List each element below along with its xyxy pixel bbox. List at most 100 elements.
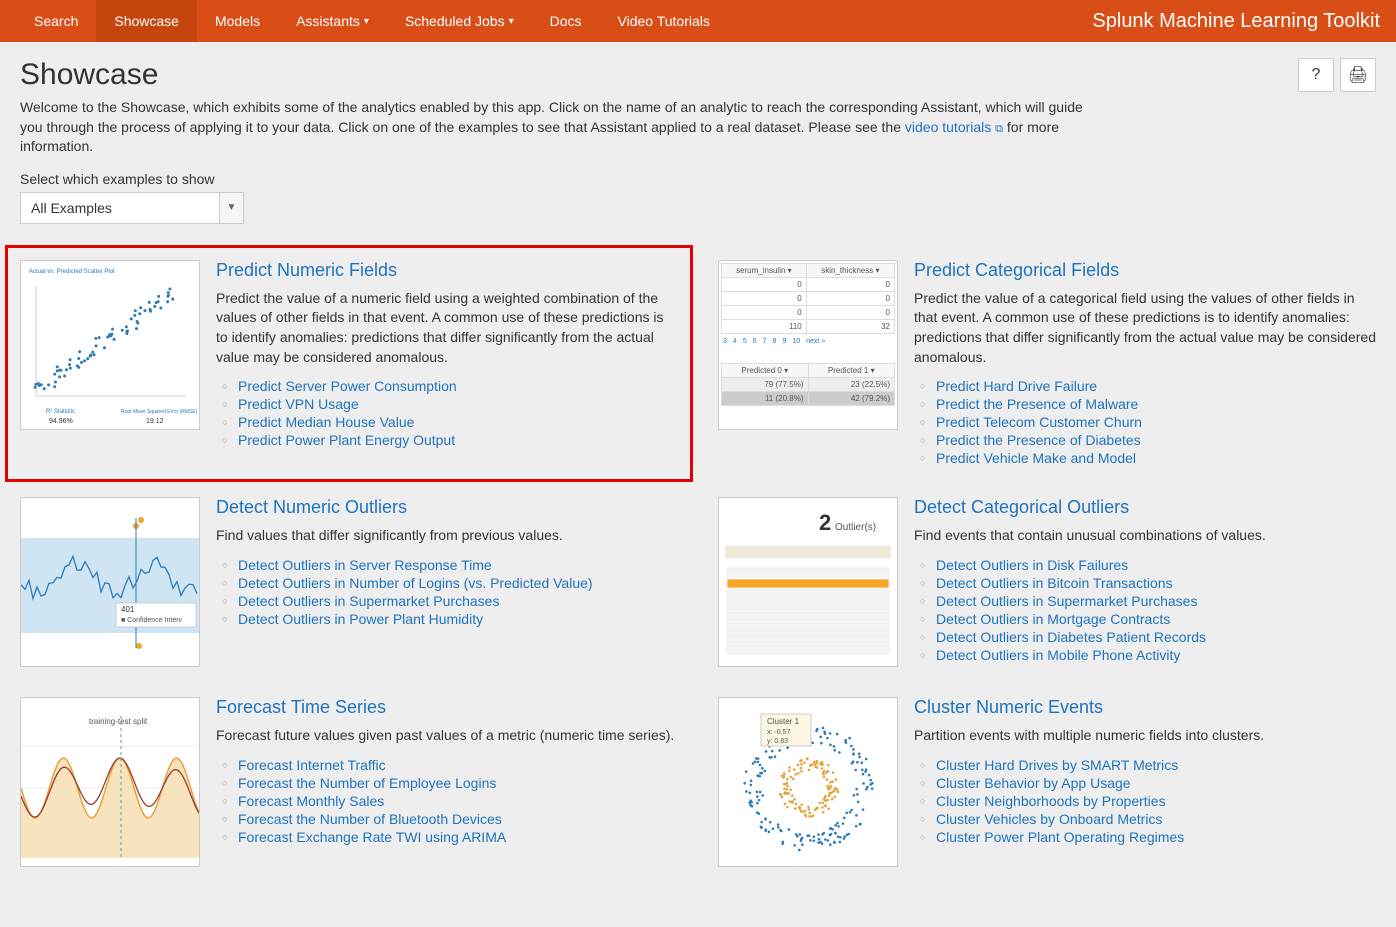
example-link[interactable]: Cluster Power Plant Operating Regimes: [936, 829, 1184, 845]
list-item: Predict VPN Usage: [238, 395, 678, 413]
example-link[interactable]: Cluster Behavior by App Usage: [936, 775, 1131, 791]
example-link[interactable]: Detect Outliers in Bitcoin Transactions: [936, 575, 1173, 591]
card-predict-categorical-fields: serum_insulin ▾skin_thickness ▾000000110…: [718, 260, 1376, 467]
example-link[interactable]: Cluster Neighborhoods by Properties: [936, 793, 1166, 809]
chevron-down-icon: ▾: [509, 16, 514, 27]
svg-text:training-test split: training-test split: [89, 717, 148, 726]
example-link[interactable]: Detect Outliers in Server Response Time: [238, 557, 492, 573]
list-item: Cluster Vehicles by Onboard Metrics: [936, 810, 1376, 828]
example-link[interactable]: Detect Outliers in Power Plant Humidity: [238, 611, 483, 627]
card-links: Detect Outliers in Disk Failures Detect O…: [914, 556, 1376, 664]
example-link[interactable]: Predict Vehicle Make and Model: [936, 450, 1136, 466]
example-link[interactable]: Forecast the Number of Bluetooth Devices: [238, 811, 502, 827]
card-title-detect-numeric-outliers[interactable]: Detect Numeric Outliers: [216, 497, 678, 518]
example-link[interactable]: Detect Outliers in Mobile Phone Activity: [936, 647, 1180, 663]
thumbnail-forecast-time-series: training-test split: [20, 697, 200, 867]
examples-filter-dropdown[interactable]: All Examples ▼: [20, 192, 244, 224]
svg-text:401: 401: [121, 605, 135, 614]
top-nav: SearchShowcaseModelsAssistants▾Scheduled…: [0, 0, 1396, 42]
card-links: Cluster Hard Drives by SMART Metrics Clus…: [914, 756, 1376, 846]
list-item: Detect Outliers in Disk Failures: [936, 556, 1376, 574]
example-link[interactable]: Detect Outliers in Disk Failures: [936, 557, 1128, 573]
card-detect-categorical-outliers: 2 Outlier(s) Detect Categorical Outliers F…: [718, 497, 1376, 667]
print-button[interactable]: 🖨: [1340, 58, 1376, 92]
example-link[interactable]: Predict the Presence of Malware: [936, 396, 1138, 412]
list-item: Forecast Monthly Sales: [238, 792, 678, 810]
example-link[interactable]: Predict the Presence of Diabetes: [936, 432, 1141, 448]
list-item: Predict Telecom Customer Churn: [936, 413, 1376, 431]
example-link[interactable]: Detect Outliers in Diabetes Patient Reco…: [936, 629, 1206, 645]
svg-text:Root Mean Squared Error (RMSE): Root Mean Squared Error (RMSE): [121, 409, 198, 415]
nav-item-docs[interactable]: Docs: [532, 0, 600, 42]
example-link[interactable]: Predict VPN Usage: [238, 396, 359, 412]
list-item: Forecast the Number of Employee Logins: [238, 774, 678, 792]
list-item: Predict Vehicle Make and Model: [936, 449, 1376, 467]
card-forecast-time-series: training-test split Forecast Time Series…: [20, 697, 678, 867]
svg-text:Cluster 1: Cluster 1: [767, 717, 800, 726]
example-link[interactable]: Predict Hard Drive Failure: [936, 378, 1097, 394]
card-desc: Forecast future values given past values…: [216, 726, 678, 746]
example-link[interactable]: Predict Telecom Customer Churn: [936, 414, 1142, 430]
example-link[interactable]: Detect Outliers in Mortgage Contracts: [936, 611, 1170, 627]
list-item: Cluster Hard Drives by SMART Metrics: [936, 756, 1376, 774]
card-title-predict-categorical-fields[interactable]: Predict Categorical Fields: [914, 260, 1376, 281]
page-title: Showcase: [20, 58, 1100, 92]
list-item: Detect Outliers in Mortgage Contracts: [936, 610, 1376, 628]
example-link[interactable]: Cluster Hard Drives by SMART Metrics: [936, 757, 1178, 773]
example-link[interactable]: Forecast Internet Traffic: [238, 757, 386, 773]
card-desc: Find events that contain unusual combina…: [914, 526, 1376, 546]
svg-text:y: 0.83: y: 0.83: [767, 738, 788, 745]
list-item: Predict Server Power Consumption: [238, 377, 678, 395]
card-links: Forecast Internet Traffic Forecast the Nu…: [216, 756, 678, 846]
card-links: Predict Server Power Consumption Predict …: [216, 377, 678, 449]
example-link[interactable]: Forecast Exchange Rate TWI using ARIMA: [238, 829, 506, 845]
card-title-cluster-numeric-events[interactable]: Cluster Numeric Events: [914, 697, 1376, 718]
example-link[interactable]: Cluster Vehicles by Onboard Metrics: [936, 811, 1162, 827]
example-link[interactable]: Predict Median House Value: [238, 414, 414, 430]
nav-item-assistants[interactable]: Assistants▾: [278, 0, 387, 42]
card-desc: Find values that differ significantly fr…: [216, 526, 678, 546]
example-link[interactable]: Predict Power Plant Energy Output: [238, 432, 455, 448]
list-item: Predict Median House Value: [238, 413, 678, 431]
thumbnail-cluster-numeric-events: Cluster 1 x: -0.57 y: 0.83: [718, 697, 898, 867]
list-item: Predict the Presence of Malware: [936, 395, 1376, 413]
nav-item-scheduled-jobs[interactable]: Scheduled Jobs▾: [387, 0, 532, 42]
card-title-forecast-time-series[interactable]: Forecast Time Series: [216, 697, 678, 718]
dropdown-value: All Examples: [31, 200, 112, 216]
example-link[interactable]: Forecast Monthly Sales: [238, 793, 384, 809]
list-item: Predict Power Plant Energy Output: [238, 431, 678, 449]
brand-title: Splunk Machine Learning Toolkit: [1092, 10, 1380, 33]
example-link[interactable]: Detect Outliers in Number of Logins (vs.…: [238, 575, 593, 591]
external-link-icon: ⧉: [995, 123, 1003, 135]
svg-text:94.96%: 94.96%: [49, 418, 73, 425]
card-title-predict-numeric-fields[interactable]: Predict Numeric Fields: [216, 260, 678, 281]
example-link[interactable]: Detect Outliers in Supermarket Purchases: [238, 593, 499, 609]
list-item: Cluster Neighborhoods by Properties: [936, 792, 1376, 810]
svg-text:19.12: 19.12: [146, 418, 164, 425]
list-item: Forecast Exchange Rate TWI using ARIMA: [238, 828, 678, 846]
svg-text:Actual vs. Predicted Scatter P: Actual vs. Predicted Scatter Plot: [29, 269, 115, 275]
nav-item-models[interactable]: Models: [197, 0, 278, 42]
video-tutorials-link[interactable]: video tutorials ⧉: [905, 119, 1003, 135]
card-desc: Partition events with multiple numeric f…: [914, 726, 1376, 746]
example-link[interactable]: Predict Server Power Consumption: [238, 378, 457, 394]
card-title-detect-categorical-outliers[interactable]: Detect Categorical Outliers: [914, 497, 1376, 518]
nav-item-video-tutorials[interactable]: Video Tutorials: [600, 0, 728, 42]
card-predict-numeric-fields: Actual vs. Predicted Scatter Plot R² Sta…: [5, 245, 693, 482]
example-link[interactable]: Detect Outliers in Supermarket Purchases: [936, 593, 1197, 609]
list-item: Detect Outliers in Server Response Time: [238, 556, 678, 574]
nav-item-search[interactable]: Search: [16, 0, 96, 42]
list-item: Detect Outliers in Diabetes Patient Reco…: [936, 628, 1376, 646]
card-desc: Predict the value of a numeric field usi…: [216, 289, 678, 367]
filter-label: Select which examples to show: [20, 171, 1376, 187]
nav-item-showcase[interactable]: Showcase: [96, 0, 197, 42]
svg-text:2: 2: [819, 510, 831, 535]
intro-text: Welcome to the Showcase, which exhibits …: [20, 98, 1100, 157]
list-item: Cluster Power Plant Operating Regimes: [936, 828, 1376, 846]
svg-text:Outlier(s): Outlier(s): [835, 522, 876, 533]
nav-items: SearchShowcaseModelsAssistants▾Scheduled…: [16, 0, 728, 42]
svg-text:R² Statistic: R² Statistic: [46, 409, 75, 415]
list-item: Detect Outliers in Supermarket Purchases: [936, 592, 1376, 610]
help-button[interactable]: ?: [1298, 58, 1334, 92]
example-link[interactable]: Forecast the Number of Employee Logins: [238, 775, 496, 791]
